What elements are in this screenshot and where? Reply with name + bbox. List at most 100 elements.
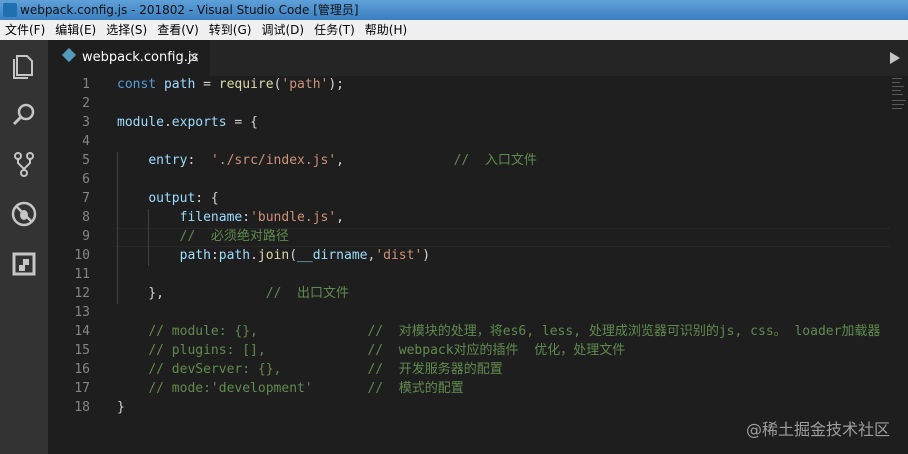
code-line: 12 }, // 出口文件 — [48, 284, 888, 303]
line-number: 15 — [74, 343, 90, 358]
code-token: path — [163, 77, 196, 92]
menu-item-5[interactable]: 调试(D) — [256, 20, 309, 40]
code-token: // 必须绝对路径 — [179, 229, 289, 244]
source-control-icon[interactable] — [8, 148, 40, 180]
code-token: 'path' — [281, 77, 329, 92]
code-editor[interactable]: @稀土掘金技术社区 1 const path = require('path');… — [48, 76, 908, 454]
line-number: 11 — [74, 267, 90, 282]
line-number: 16 — [74, 362, 90, 377]
code-token: const — [117, 77, 157, 92]
code-text: // module: {}, // 对模块的处理，将es6, less, 处理成… — [117, 322, 880, 341]
run-icon[interactable] — [890, 52, 900, 64]
code-text: // devServer: {}, // 开发服务器的配置 — [117, 360, 503, 379]
code-line: 14 // module: {}, // 对模块的处理，将es6, less, … — [48, 322, 888, 341]
line-number: 5 — [82, 153, 90, 168]
close-icon[interactable]: × — [188, 40, 200, 76]
menu-bar: 文件(F) 编辑(E) 选择(S) 查看(V) 转到(G) 调试(D) 任务(T) 帮助(H) — [0, 20, 908, 40]
extensions-icon[interactable] — [8, 248, 40, 280]
menu-item-6[interactable]: 任务(T) — [309, 20, 360, 40]
code-token: output — [148, 191, 196, 206]
search-icon[interactable] — [8, 99, 40, 131]
code-token: . — [163, 115, 172, 130]
code-token: entry — [148, 153, 188, 168]
code-text: output: { — [117, 189, 219, 208]
code-token: // devServer: {}, // 开发服务器的配置 — [148, 362, 503, 377]
code-token: // mode:'development' // 模式的配置 — [148, 381, 464, 396]
line-number: 4 — [82, 134, 90, 149]
code-line: 17 // mode:'development' // 模式的配置 — [48, 379, 888, 398]
line-number: 3 — [82, 115, 90, 130]
code-line: 11 — [48, 265, 888, 284]
code-line: 6 — [48, 170, 888, 189]
code-line: 9 // 必须绝对路径 — [48, 227, 888, 246]
menu-item-1[interactable]: 编辑(E) — [50, 20, 101, 40]
code-token: join — [257, 248, 290, 263]
code-line: 4 — [48, 132, 888, 151]
code-token: // 出口文件 — [265, 286, 350, 301]
code-text: const path = require('path'); — [117, 75, 344, 94]
code-text: path:path.join(__dirname,'dist') — [117, 246, 431, 265]
code-token: 'bundle.js' — [250, 210, 337, 225]
code-line: 8 filename:'bundle.js', — [48, 208, 888, 227]
code-line: 7 output: { — [48, 189, 888, 208]
line-number: 9 — [82, 229, 90, 244]
code-token: ) — [422, 248, 431, 263]
code-line: 1 const path = require('path'); — [48, 75, 888, 94]
line-number: 7 — [82, 191, 90, 206]
code-token: exports — [171, 115, 227, 130]
code-line: 18} — [48, 398, 888, 417]
menu-item-4[interactable]: 转到(G) — [204, 20, 257, 40]
code-text: } — [117, 398, 125, 417]
activity-bar — [0, 40, 48, 454]
code-token: : — [210, 248, 219, 263]
menu-item-3[interactable]: 查看(V) — [152, 20, 204, 40]
code-token: 'dist' — [375, 248, 423, 263]
line-number: 18 — [74, 400, 90, 415]
code-token: }, — [117, 286, 266, 301]
code-token: , — [336, 153, 454, 168]
code-line: 5 entry: './src/index.js', // 入口文件 — [48, 151, 888, 170]
code-text: filename:'bundle.js', — [117, 208, 344, 227]
code-token: = — [195, 77, 219, 92]
files-icon[interactable] — [8, 50, 40, 82]
vscode-app-icon — [3, 3, 17, 17]
code-token: : { — [195, 191, 219, 206]
code-line: 3 module.exports = { — [48, 113, 888, 132]
code-token: ); — [328, 77, 345, 92]
code-token: path — [218, 248, 251, 263]
code-token: path — [179, 248, 211, 263]
line-number: 8 — [82, 210, 90, 225]
code-token: require — [218, 77, 274, 92]
tab-bar: webpack.config.js × — [48, 40, 908, 76]
code-text: // 必须绝对路径 — [117, 227, 289, 246]
code-token: module — [117, 115, 164, 130]
tab-webpack-config[interactable]: webpack.config.js × — [48, 40, 210, 76]
window-title: webpack.config.js - 201802 - Visual Stud… — [20, 3, 359, 17]
minimap[interactable] — [890, 76, 908, 136]
code-token: . — [250, 248, 258, 263]
debug-icon[interactable] — [8, 198, 40, 230]
code-token: ( — [289, 248, 298, 263]
line-number: 6 — [82, 172, 90, 187]
line-number: 10 — [74, 248, 90, 263]
code-token: // 入口文件 — [453, 153, 537, 168]
code-token: : — [242, 210, 251, 225]
code-token: __dirname — [297, 248, 368, 263]
javascript-file-icon — [61, 47, 77, 63]
tab-label: webpack.config.js — [82, 50, 199, 65]
menu-item-7[interactable]: 帮助(H) — [360, 20, 412, 40]
code-line: 15 // plugins: [], // webpack对应的插件 优化，处理… — [48, 341, 888, 360]
menu-item-2[interactable]: 选择(S) — [101, 20, 152, 40]
code-token: './src/index.js' — [210, 153, 337, 168]
code-token: // plugins: [], // webpack对应的插件 优化，处理文件 — [148, 343, 626, 358]
menu-item-0[interactable]: 文件(F) — [0, 20, 50, 40]
